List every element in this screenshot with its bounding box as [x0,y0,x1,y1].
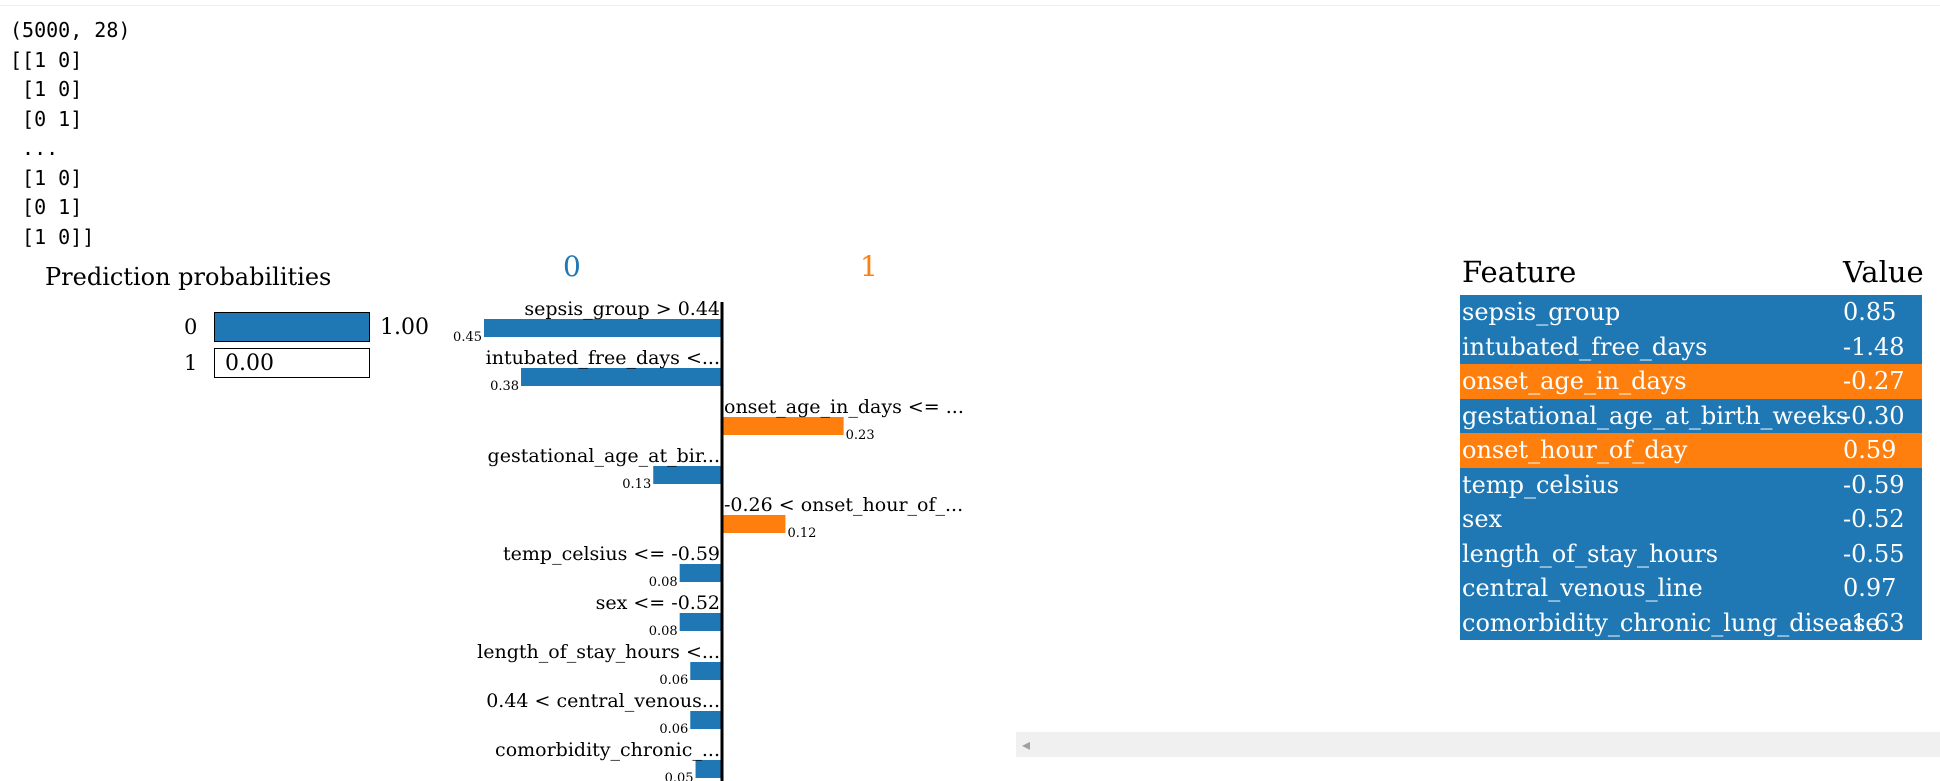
feature-name: comorbidity_chronic_lung_disease [1462,608,1880,637]
feature-value: -0.27 [1843,367,1905,395]
contribution-value-label: 0.08 [649,624,678,639]
table-header: Feature Value [1460,255,1924,295]
feature-value: -0.52 [1843,505,1905,533]
contribution-value-label: 0.38 [490,379,519,394]
feature-condition-label: 0.44 < central_venous... [486,690,720,712]
contribution-bar [679,564,722,582]
table-row: sex -0.52 [1460,502,1922,537]
feature-value: -0.55 [1843,539,1905,568]
feature-value: -1.63 [1843,608,1905,637]
table-row: onset_hour_of_day 0.59 [1460,433,1922,468]
feature-name: central_venous_line [1462,574,1703,602]
feature-name: onset_age_in_days [1462,367,1687,395]
table-row: length_of_stay_hours -0.55 [1460,536,1922,571]
feature-condition-label: -0.26 < onset_hour_of_... [724,494,963,516]
contribution-bar [722,515,786,533]
feature-condition-label: comorbidity_chronic_... [495,739,720,761]
feature-condition-label: temp_celsius <= -0.59 [503,543,720,565]
contribution-bar [484,319,722,337]
contribution-value-label: 0.06 [659,673,688,688]
contribution-bar [722,417,844,435]
feature-name: gestational_age_at_birth_weeks [1462,401,1849,430]
contribution-value-label: 0.23 [846,428,875,443]
feature-contribution-chart: sepsis_group > 0.44 0.45 intubated_free_da… [453,298,964,781]
table-row: intubated_free_days -1.48 [1460,329,1922,364]
feature-value: 0.97 [1843,574,1897,602]
chevron-left-icon[interactable]: ◂ [1022,735,1030,754]
feature-condition-label: intubated_free_days <... [486,347,720,369]
table-row: onset_age_in_days -0.27 [1460,364,1922,399]
contribution-value-label: 0.08 [649,575,678,590]
feature-value: -0.30 [1843,401,1905,430]
feature-condition-label: onset_age_in_days <= ... [724,396,964,418]
table-row: sepsis_group 0.85 [1460,295,1922,330]
feature-column-header: Feature [1462,255,1577,289]
feature-value: -0.59 [1843,470,1905,499]
feature-name: length_of_stay_hours [1462,539,1719,568]
contribution-value-label: 0.06 [659,722,688,737]
contribution-bar [695,760,722,778]
contribution-value-label: 0.13 [622,477,651,492]
table-body: sepsis_group 0.85 intubated_free_days -1.48… [1460,295,1922,640]
table-row: comorbidity_chronic_lung_disease -1.63 [1460,605,1922,640]
table-row: central_venous_line 0.97 [1460,571,1922,606]
feature-name: intubated_free_days [1462,332,1708,361]
feature-value: 0.85 [1843,298,1897,326]
value-column-header: Value [1843,255,1924,289]
feature-name: sepsis_group [1462,298,1621,326]
contribution-bar [690,662,722,680]
feature-value-table: Feature Value sepsis_group 0.85 intubated_… [1460,255,1924,640]
table-row: gestational_age_at_birth_weeks -0.30 [1460,398,1922,433]
feature-name: temp_celsius [1462,470,1620,499]
contribution-bar [690,711,722,729]
feature-condition-label: sex <= -0.52 [596,592,720,614]
table-row: temp_celsius -0.59 [1460,467,1922,502]
feature-condition-label: gestational_age_at_bir... [488,445,720,467]
feature-value: -1.48 [1843,332,1905,361]
contribution-bar [521,368,722,386]
feature-name: onset_hour_of_day [1462,436,1688,464]
feature-name: sex [1462,505,1503,533]
contribution-value-label: 0.12 [787,526,816,541]
horizontal-scrollbar[interactable]: ◂ [1016,732,1940,757]
contribution-bar [653,466,722,484]
feature-value: 0.59 [1843,436,1897,464]
contribution-value-label: 0.05 [665,771,694,781]
contribution-bar [679,613,722,631]
feature-condition-label: length_of_stay_hours <... [477,641,720,663]
feature-condition-label: sepsis_group > 0.44 [524,298,720,320]
contribution-value-label: 0.45 [453,330,482,345]
